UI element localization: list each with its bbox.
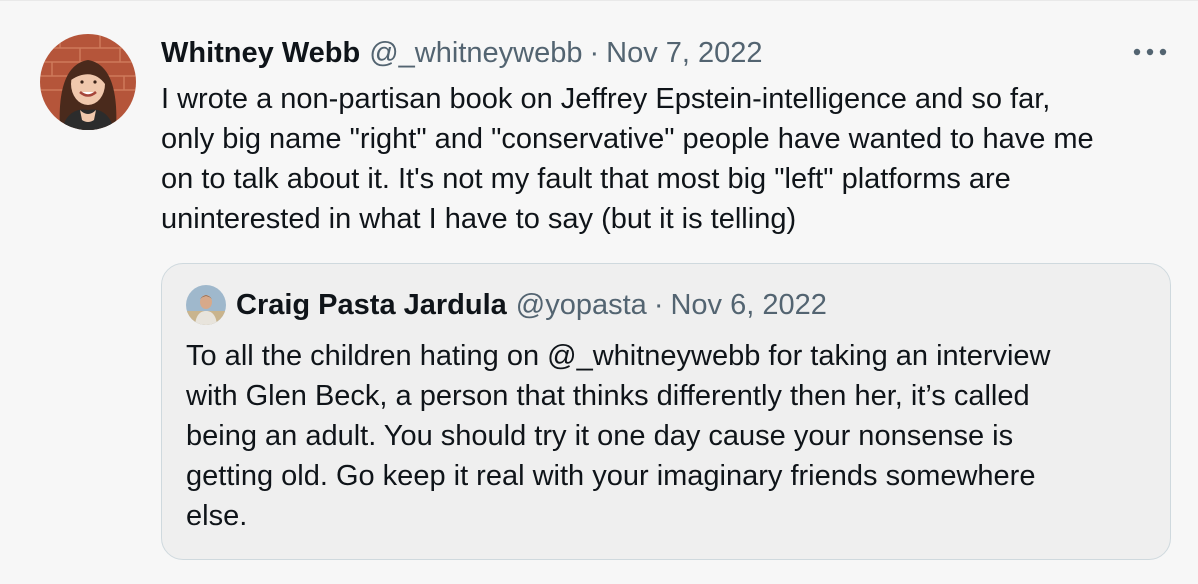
author-handle[interactable]: @_whitneywebb: [369, 34, 582, 72]
quoted-text-line: getting old. Go keep it real with your i…: [186, 460, 1036, 492]
tweet-text: I wrote a non-partisan book on Jeffrey E…: [161, 79, 1171, 239]
quoted-author-handle: @yopasta: [515, 289, 647, 321]
quoted-text-line: else.: [186, 500, 248, 532]
tweet-text-line: uninterested in what I have to say (but …: [161, 203, 797, 235]
quoted-text-line: being an adult. You should try it one da…: [186, 420, 1014, 452]
more-options-button[interactable]: [1130, 41, 1170, 63]
tweet-text-line: only big name "right" and "conservative"…: [161, 123, 1094, 155]
quoted-text-line: with Glen Beck, a person that thinks dif…: [186, 380, 1030, 412]
quoted-separator-dot: ·: [653, 289, 664, 321]
quoted-author-avatar: [186, 285, 226, 325]
tweet-text-line: I wrote a non-partisan book on Jeffrey E…: [161, 83, 1051, 115]
quoted-tweet-date: Nov 6, 2022: [670, 289, 827, 321]
more-horizontal-icon: [1133, 48, 1167, 56]
separator-dot: ·: [589, 37, 600, 69]
quoted-tweet-header: Craig Pasta Jardula @yopasta · Nov 6, 20…: [186, 285, 827, 325]
quoted-tweet-text: To all the children hating on @_whitneyw…: [186, 336, 1146, 536]
tweet-header: Whitney Webb @_whitneywebb · Nov 7, 2022: [161, 34, 763, 72]
tweet-text-line: on to talk about it. It's not my fault t…: [161, 163, 1011, 195]
quoted-tweet-card[interactable]: Craig Pasta Jardula @yopasta · Nov 6, 20…: [161, 263, 1171, 560]
avatar-photo-icon: [40, 34, 136, 130]
author-avatar[interactable]: [40, 34, 136, 130]
tweet: Whitney Webb @_whitneywebb · Nov 7, 2022…: [0, 0, 1198, 584]
quoted-author-name: Craig Pasta Jardula: [236, 289, 507, 321]
author-name[interactable]: Whitney Webb: [161, 34, 360, 72]
quoted-avatar-photo-icon: [186, 285, 226, 325]
quoted-text-line: To all the children hating on @_whitneyw…: [186, 340, 1051, 372]
tweet-date[interactable]: Nov 7, 2022: [606, 34, 762, 72]
